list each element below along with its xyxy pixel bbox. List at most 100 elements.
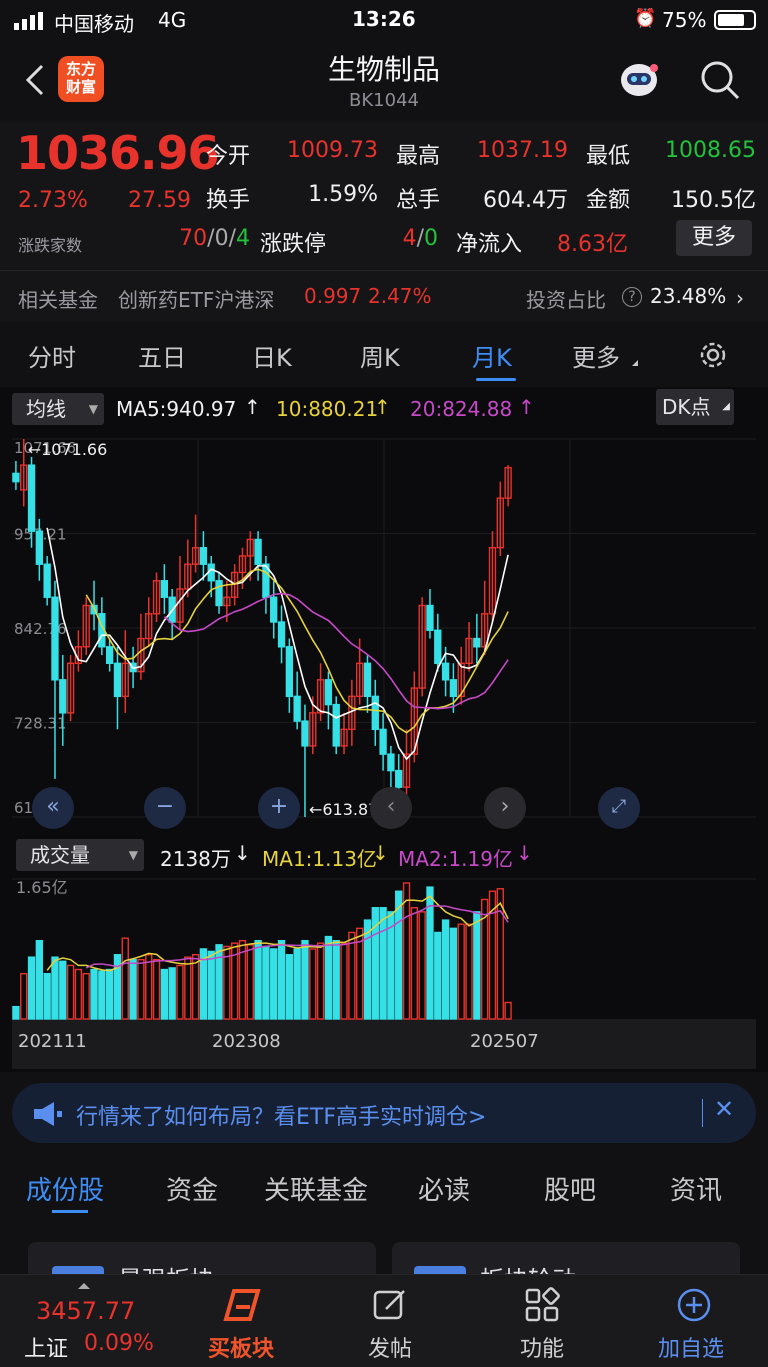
volume-bar [137, 958, 145, 1020]
candle-body [293, 695, 301, 722]
post-button[interactable]: 发帖 [350, 1275, 430, 1367]
candle-body [105, 646, 114, 665]
tab-must-read[interactable]: 必读 [418, 1170, 470, 1207]
tab-constituents[interactable]: 成份股 [26, 1170, 104, 1207]
volume-bar [254, 939, 262, 1020]
tab-daily-k[interactable]: 日K [252, 338, 292, 373]
chevron-right-icon[interactable]: › [736, 286, 744, 310]
tab-capital[interactable]: 资金 [166, 1170, 218, 1207]
volume-bar [176, 964, 184, 1020]
netflow-label: 净流入 [456, 232, 523, 257]
volume-bar [168, 967, 176, 1020]
zoom-out-icon[interactable]: − [144, 787, 186, 829]
volume-bar [293, 948, 301, 1020]
scroll-right-icon[interactable]: › [484, 787, 526, 829]
volume-bar [160, 968, 169, 1020]
tab-more[interactable]: 更多 [572, 338, 620, 373]
tab-news[interactable]: 资讯 [670, 1170, 722, 1207]
candle-body [387, 753, 395, 772]
nav-bar: 生物制品 BK1044 [0, 40, 768, 120]
volume-bar [457, 923, 465, 1020]
tab-guba[interactable]: 股吧 [544, 1170, 596, 1207]
candle-body [363, 662, 372, 698]
current-price: 1036.96 [16, 126, 220, 180]
candle-body [59, 679, 67, 714]
close-icon[interactable]: ✕ [714, 1095, 734, 1123]
candle-body [199, 547, 208, 565]
volume-label: 总手 [396, 188, 441, 213]
ma5-value: MA5:940.97 [116, 397, 237, 421]
volume-value: 604.4万 [483, 188, 568, 213]
back-icon[interactable] [22, 62, 50, 98]
volume-bar [410, 907, 419, 1020]
volume-bar [301, 939, 309, 1020]
volume-bar [340, 942, 348, 1020]
ma10-value: 10:880.21 [276, 397, 379, 421]
dk-button[interactable]: DK点 ◢ [656, 389, 734, 425]
volume-bar [82, 972, 90, 1020]
candle-body [379, 728, 387, 755]
battery-percent: 75% [662, 8, 707, 32]
promo-banner[interactable]: 行情来了如何布局？看ETF高手实时调仓> ✕ [12, 1083, 756, 1143]
limit-count: 4/0 [402, 226, 438, 251]
y-tick-label: 728.31 [14, 715, 67, 733]
tab-weekly-k[interactable]: 周K [360, 338, 400, 373]
alarm-icon: ⏰ [634, 8, 657, 29]
fund-pct: 2.47% [368, 284, 432, 308]
tab-related-funds[interactable]: 关联基金 [264, 1170, 368, 1207]
function-button[interactable]: 功能 [502, 1275, 582, 1367]
scroll-left-icon[interactable]: ‹ [370, 787, 412, 829]
candle-body [277, 621, 286, 648]
gear-icon[interactable] [696, 338, 730, 372]
open-label: 今开 [206, 144, 251, 169]
volume-bar [473, 911, 481, 1020]
caret-icon [632, 360, 638, 366]
volume-bar [379, 907, 387, 1020]
updown-count: 70/0/4 [179, 226, 250, 251]
zoom-in-icon[interactable]: + [258, 787, 300, 829]
tab-5day[interactable]: 五日 [138, 338, 186, 373]
volume-select[interactable]: 成交量 ▼ [16, 839, 144, 871]
section-tab-indicator [52, 1210, 88, 1213]
more-button[interactable]: 更多 [676, 220, 752, 256]
low-value: 1008.65 [665, 138, 756, 163]
volume-bar [246, 944, 254, 1020]
candle-body [43, 563, 51, 598]
candle-body [395, 769, 403, 788]
volume-bar [418, 911, 426, 1020]
kline-plot[interactable]: 1071.66957.21842.76728.31613.87←1071.66←… [0, 427, 768, 827]
help-icon[interactable]: ? [622, 287, 642, 307]
clock: 13:26 [352, 7, 416, 31]
robot-assistant-icon[interactable] [614, 58, 664, 102]
network-label: 4G [158, 8, 187, 32]
search-icon[interactable] [698, 58, 742, 102]
scroll-left-fast-icon[interactable]: « [32, 787, 74, 829]
volume-bar [207, 950, 215, 1020]
edit-icon [372, 1287, 408, 1323]
x-tick-label: 202308 [212, 1031, 281, 1052]
ma-select[interactable]: 均线 ▼ [12, 393, 104, 425]
add-watchlist-label: 加自选 [658, 1337, 725, 1362]
candle-body [324, 679, 333, 706]
expand-icon[interactable]: ⤢ [598, 787, 640, 829]
tab-monthly-k[interactable]: 月K [472, 338, 512, 373]
volume-bar [434, 931, 442, 1020]
limit-label: 涨跌停 [260, 232, 327, 257]
index-ticker[interactable]: 3457.77 上证 0.09% [0, 1275, 180, 1367]
min-price-annotation: ←613.87 [309, 800, 378, 819]
banner-text: 行情来了如何布局？看ETF高手实时调仓> [76, 1105, 487, 1130]
bottom-bar: 3457.77 上证 0.09% 买板块 发帖 功能 加自选 [0, 1274, 768, 1367]
add-watchlist-button[interactable]: 加自选 [650, 1275, 740, 1367]
volume-bar [402, 882, 411, 1020]
fund-name[interactable]: 创新药ETF沪港深 [118, 284, 274, 313]
page-title: 生物制品 [327, 53, 440, 86]
tab-fenshi[interactable]: 分时 [28, 338, 76, 373]
grid-icon [524, 1287, 560, 1323]
buy-board-button[interactable]: 买板块 [196, 1275, 286, 1367]
volume-bar [215, 944, 223, 1020]
volume-max-label: 1.65亿 [16, 878, 68, 897]
volume-bar [105, 968, 114, 1020]
max-price-annotation: ←1071.66 [28, 440, 108, 459]
battery-icon [714, 10, 756, 30]
volume-bar [20, 972, 28, 1020]
